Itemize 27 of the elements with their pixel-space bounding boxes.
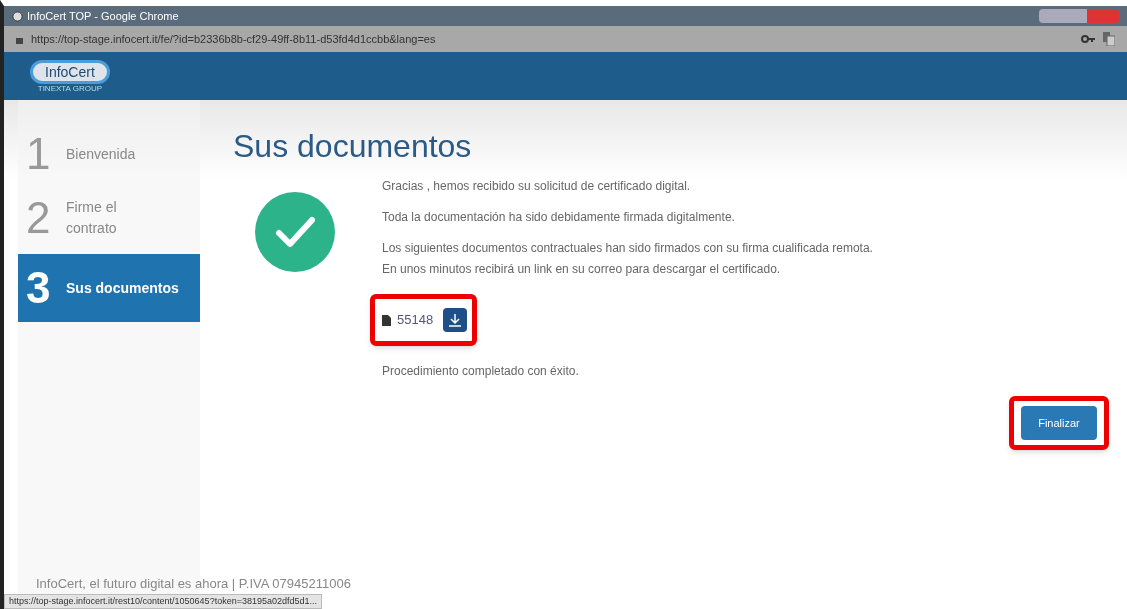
footer-text: InfoCert, el futuro digital es ahora | P.IVA 07945211006 [36,574,351,593]
check-icon [255,192,335,272]
window-title: InfoCert TOP - Google Chrome [27,8,179,24]
finish-button[interactable]: Finalizar [1021,406,1097,440]
step-item[interactable]: 1 Bienvenida [18,126,200,182]
browser-icon [12,10,23,22]
step-label: Bienvenida [66,144,137,164]
step-item[interactable]: 2 Firme el contrato [18,190,200,246]
key-icon[interactable] [1081,34,1095,44]
status-bar: https://top-stage.infocert.it/rest10/content/1050645?token=38195a02dfd5d1... [4,594,322,609]
message-text: Gracias , hemos recibido su solicitud de certificado digital. [382,178,692,195]
step-label: Sus documentos [66,278,180,298]
file-icon [382,314,391,326]
step-number: 2 [26,196,52,240]
step-number: 3 [26,266,52,310]
status-message: Procedimiento completado con éxito. [382,363,580,380]
download-icon [448,313,463,327]
logo-subtitle: TINEXTA GROUP [37,83,103,93]
logo: InfoCert [30,59,110,84]
step-item[interactable]: 3 Sus documentos [18,254,200,322]
step-number: 1 [26,132,52,176]
step-label: Firme el contrato [66,198,118,238]
message-text: Los siguientes documentos contractuales han sido firmados con su firma cualificada remota. En unos minutos recibirá un link en su correo para descargar el certificado. [382,240,873,278]
document-link[interactable]: 55148 [397,310,434,330]
download-button[interactable] [443,308,468,332]
page-title: Sus documentos [233,130,473,162]
message-text: Toda la documentación ha sido debidamente firmada digitalmente. [382,209,736,226]
